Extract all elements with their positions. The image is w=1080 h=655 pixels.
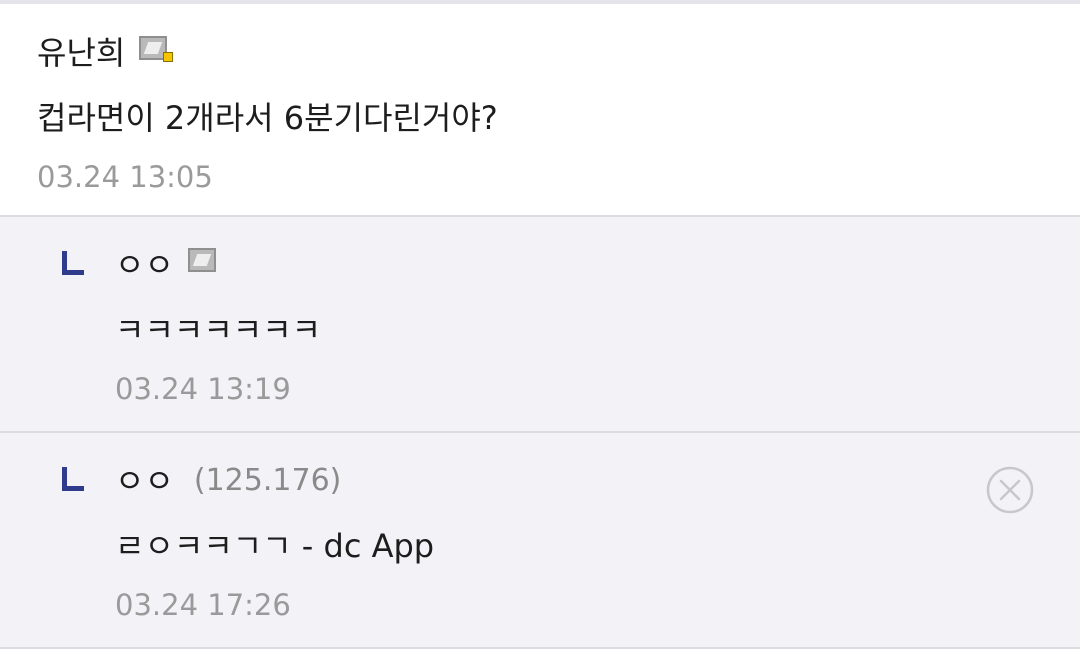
comment-text: 컵라면이 2개라서 6분기다린거야? bbox=[37, 99, 498, 137]
reply-text: ㅋㅋㅋㅋㅋㅋㅋ bbox=[115, 311, 322, 349]
fixed-nick-badge-icon bbox=[139, 36, 174, 64]
reply-author[interactable]: ㅇㅇ bbox=[115, 243, 174, 287]
reply-arrow-icon bbox=[62, 251, 84, 275]
reply-ip: (125.176) bbox=[193, 463, 342, 498]
reply-header: ㅇㅇ bbox=[115, 243, 220, 287]
comment-author[interactable]: 유난희 bbox=[37, 31, 125, 75]
reply-date: 03.24 13:19 bbox=[115, 372, 291, 406]
reply-item: ㅇㅇ (125.176) ㄹㅇㅋㅋㄱㄱ - dc App 03.24 17:26 bbox=[0, 433, 1080, 649]
reply-item: ㅇㅇ ㅋㅋㅋㅋㅋㅋㅋ 03.24 13:19 bbox=[0, 217, 1080, 433]
delete-reply-button[interactable] bbox=[986, 466, 1034, 514]
reply-arrow-icon bbox=[62, 467, 84, 491]
comment-date: 03.24 13:05 bbox=[37, 160, 213, 194]
reply-text: ㄹㅇㅋㅋㄱㄱ - dc App bbox=[115, 527, 435, 565]
reply-author[interactable]: ㅇㅇ bbox=[115, 459, 174, 503]
fixed-nick-badge-icon bbox=[187, 248, 220, 276]
comment-item: 유난희 컵라면이 2개라서 6분기다린거야? 03.24 13:05 bbox=[0, 4, 1080, 217]
reply-date: 03.24 17:26 bbox=[115, 588, 291, 622]
comment-header: 유난희 bbox=[37, 31, 174, 75]
close-circle-icon bbox=[986, 466, 1034, 514]
reply-header: ㅇㅇ (125.176) bbox=[115, 459, 341, 503]
